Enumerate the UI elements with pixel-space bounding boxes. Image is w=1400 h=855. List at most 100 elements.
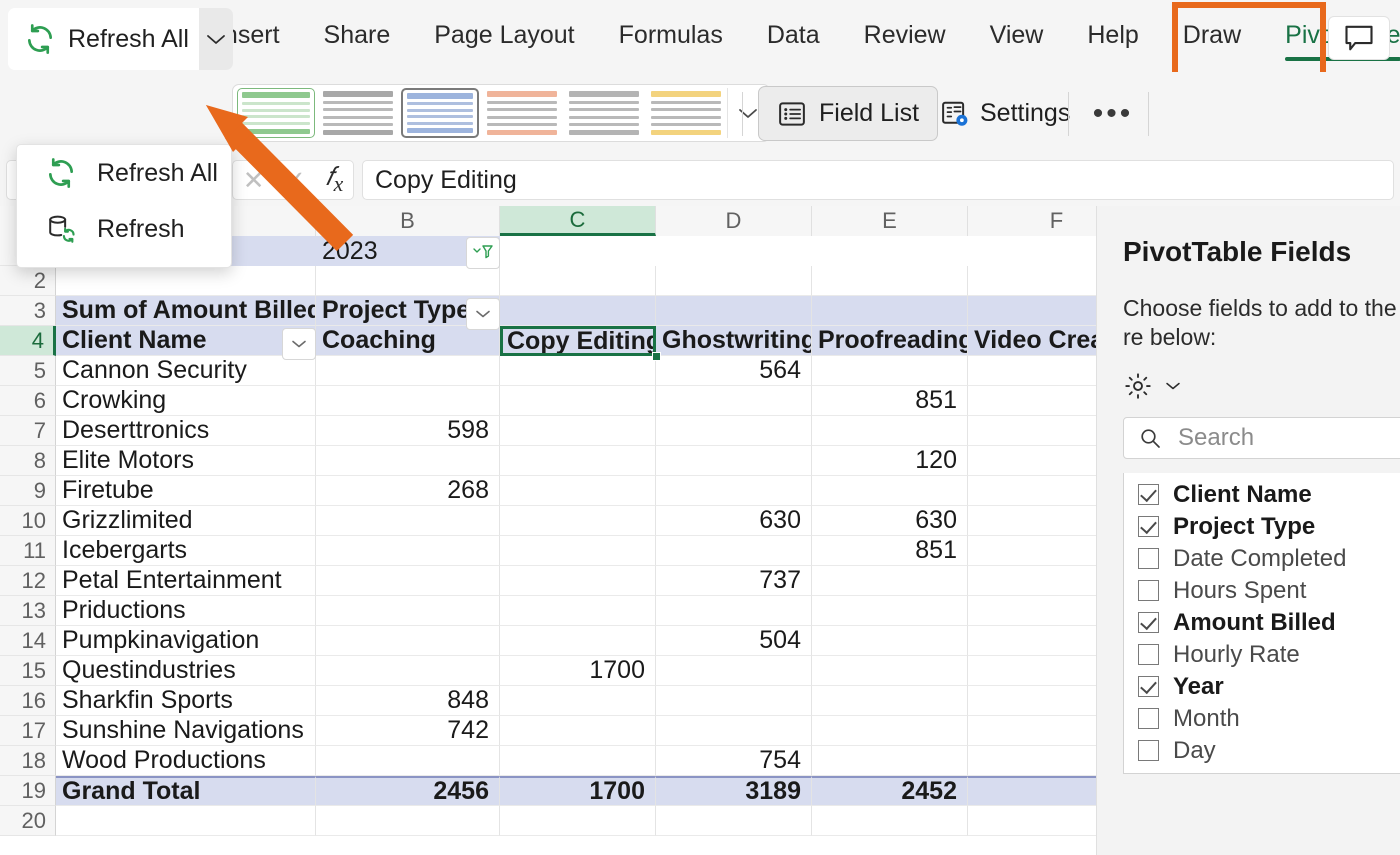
table-row-cell-coaching[interactable] — [316, 746, 500, 776]
table-row-cell-name[interactable]: Elite Motors — [56, 446, 316, 476]
cell-D2[interactable] — [656, 266, 812, 296]
row-header-18[interactable]: 18 — [0, 746, 56, 776]
comments-button[interactable] — [1328, 16, 1390, 60]
pivot-style-option-4[interactable] — [483, 88, 561, 138]
row-header-17[interactable]: 17 — [0, 716, 56, 746]
field-item-project-type[interactable]: Project Type — [1138, 511, 1400, 543]
row-header-11[interactable]: 11 — [0, 536, 56, 566]
table-row-cell-ghostwriting[interactable] — [656, 596, 812, 626]
table-row-cell-name[interactable]: Cannon Security — [56, 356, 316, 386]
table-row-cell-copy-editing[interactable] — [500, 626, 656, 656]
more-commands-button[interactable]: ••• — [1085, 92, 1141, 136]
project-type-filter-button[interactable] — [466, 298, 500, 330]
table-row-cell-name[interactable]: Questindustries — [56, 656, 316, 686]
table-row-cell-ghostwriting[interactable] — [656, 386, 812, 416]
search-input[interactable]: Search — [1123, 416, 1400, 459]
cell-C20[interactable] — [500, 806, 656, 836]
table-row-cell-ghostwriting[interactable]: 754 — [656, 746, 812, 776]
checkbox-unchecked-icon[interactable] — [1138, 548, 1159, 570]
cell-D20[interactable] — [656, 806, 812, 836]
table-row-cell-copy-editing[interactable] — [500, 746, 656, 776]
table-row-cell-proofreading[interactable] — [812, 476, 968, 506]
table-row-cell-name[interactable]: Grizzlimited — [56, 506, 316, 536]
checkbox-unchecked-icon[interactable] — [1138, 740, 1159, 762]
table-row-cell-copy-editing[interactable] — [500, 716, 656, 746]
cancel-icon[interactable]: ✕ — [243, 165, 265, 196]
table-row-cell-ghostwriting[interactable]: 737 — [656, 566, 812, 596]
table-row-cell-ghostwriting[interactable] — [656, 476, 812, 506]
pivot-style-option-3-selected[interactable] — [401, 88, 479, 138]
row-header-4[interactable]: 4 — [0, 326, 56, 356]
table-row-cell-name[interactable]: Sharkfin Sports — [56, 686, 316, 716]
table-row-cell-proofreading[interactable] — [812, 746, 968, 776]
field-item-hours-spent[interactable]: Hours Spent — [1138, 575, 1400, 607]
table-row-cell-proofreading[interactable] — [812, 356, 968, 386]
table-row-cell-name[interactable]: Sunshine Navigations — [56, 716, 316, 746]
table-row-cell-coaching[interactable] — [316, 446, 500, 476]
selection-fill-handle[interactable] — [652, 352, 661, 361]
row-header-7[interactable]: 7 — [0, 416, 56, 446]
table-row-cell-copy-editing[interactable] — [500, 386, 656, 416]
table-row-cell-coaching[interactable] — [316, 536, 500, 566]
row-header-5[interactable]: 5 — [0, 356, 56, 386]
settings-button[interactable]: Settings — [930, 86, 1080, 141]
table-row-cell-coaching[interactable] — [316, 356, 500, 386]
table-row-cell-proofreading[interactable] — [812, 416, 968, 446]
table-row-cell-copy-editing[interactable] — [500, 536, 656, 566]
table-row-cell-name[interactable]: Priductions — [56, 596, 316, 626]
table-row-cell-coaching[interactable]: 598 — [316, 416, 500, 446]
client-name-filter-button[interactable] — [282, 328, 316, 360]
table-row-cell-copy-editing[interactable] — [500, 506, 656, 536]
checkbox-unchecked-icon[interactable] — [1138, 580, 1159, 602]
field-item-date-completed[interactable]: Date Completed — [1138, 543, 1400, 575]
refresh-all-button[interactable]: Refresh All — [8, 8, 199, 70]
table-row-cell-proofreading[interactable] — [812, 656, 968, 686]
field-list-button[interactable]: Field List — [758, 86, 939, 141]
row-header-12[interactable]: 12 — [0, 566, 56, 596]
cell-B2[interactable] — [316, 266, 500, 296]
column-header-C[interactable]: C — [500, 206, 656, 236]
column-header-B[interactable]: B — [316, 206, 500, 236]
table-row-cell-coaching[interactable]: 742 — [316, 716, 500, 746]
refresh-all-dropdown-toggle[interactable] — [198, 8, 233, 70]
field-item-hourly-rate[interactable]: Hourly Rate — [1138, 639, 1400, 671]
checkbox-checked-icon[interactable] — [1138, 516, 1159, 538]
tab-view[interactable]: View — [990, 22, 1044, 50]
table-row-cell-proofreading[interactable]: 851 — [812, 536, 968, 566]
table-row-cell-copy-editing[interactable] — [500, 356, 656, 386]
pane-settings-control[interactable] — [1123, 371, 1400, 401]
table-row-cell-coaching[interactable]: 268 — [316, 476, 500, 506]
fx-icon[interactable]: 𝑓x — [326, 162, 344, 197]
table-row-cell-ghostwriting[interactable] — [656, 656, 812, 686]
table-row-cell-proofreading[interactable] — [812, 716, 968, 746]
table-row-cell-copy-editing[interactable] — [500, 566, 656, 596]
row-header-3[interactable]: 3 — [0, 296, 56, 326]
table-row-cell-name[interactable]: Wood Productions — [56, 746, 316, 776]
field-item-client-name[interactable]: Client Name — [1138, 479, 1400, 511]
table-row-cell-ghostwriting[interactable] — [656, 416, 812, 446]
table-row-cell-name[interactable]: Crowking — [56, 386, 316, 416]
row-header-13[interactable]: 13 — [0, 596, 56, 626]
checkbox-unchecked-icon[interactable] — [1138, 708, 1159, 730]
table-row-cell-ghostwriting[interactable] — [656, 686, 812, 716]
row-header-8[interactable]: 8 — [0, 446, 56, 476]
table-row-cell-coaching[interactable] — [316, 386, 500, 416]
tab-share[interactable]: Share — [324, 22, 391, 50]
pivot-style-option-1[interactable] — [237, 88, 315, 138]
table-row-cell-coaching[interactable] — [316, 596, 500, 626]
table-row-cell-copy-editing[interactable] — [500, 686, 656, 716]
formula-input[interactable]: Copy Editing — [362, 160, 1394, 200]
field-item-day[interactable]: Day — [1138, 735, 1400, 767]
pivot-style-option-6[interactable] — [647, 88, 725, 138]
row-header-10[interactable]: 10 — [0, 506, 56, 536]
table-row-cell-coaching[interactable] — [316, 566, 500, 596]
pivot-style-option-5[interactable] — [565, 88, 643, 138]
tab-draw[interactable]: Draw — [1183, 22, 1241, 50]
cell-E20[interactable] — [812, 806, 968, 836]
cell-C2[interactable] — [500, 266, 656, 296]
field-item-amount-billed[interactable]: Amount Billed — [1138, 607, 1400, 639]
cell-B20[interactable] — [316, 806, 500, 836]
table-row-cell-name[interactable]: Deserttronics — [56, 416, 316, 446]
row-header-20[interactable]: 20 — [0, 806, 56, 836]
tab-data[interactable]: Data — [767, 22, 820, 50]
